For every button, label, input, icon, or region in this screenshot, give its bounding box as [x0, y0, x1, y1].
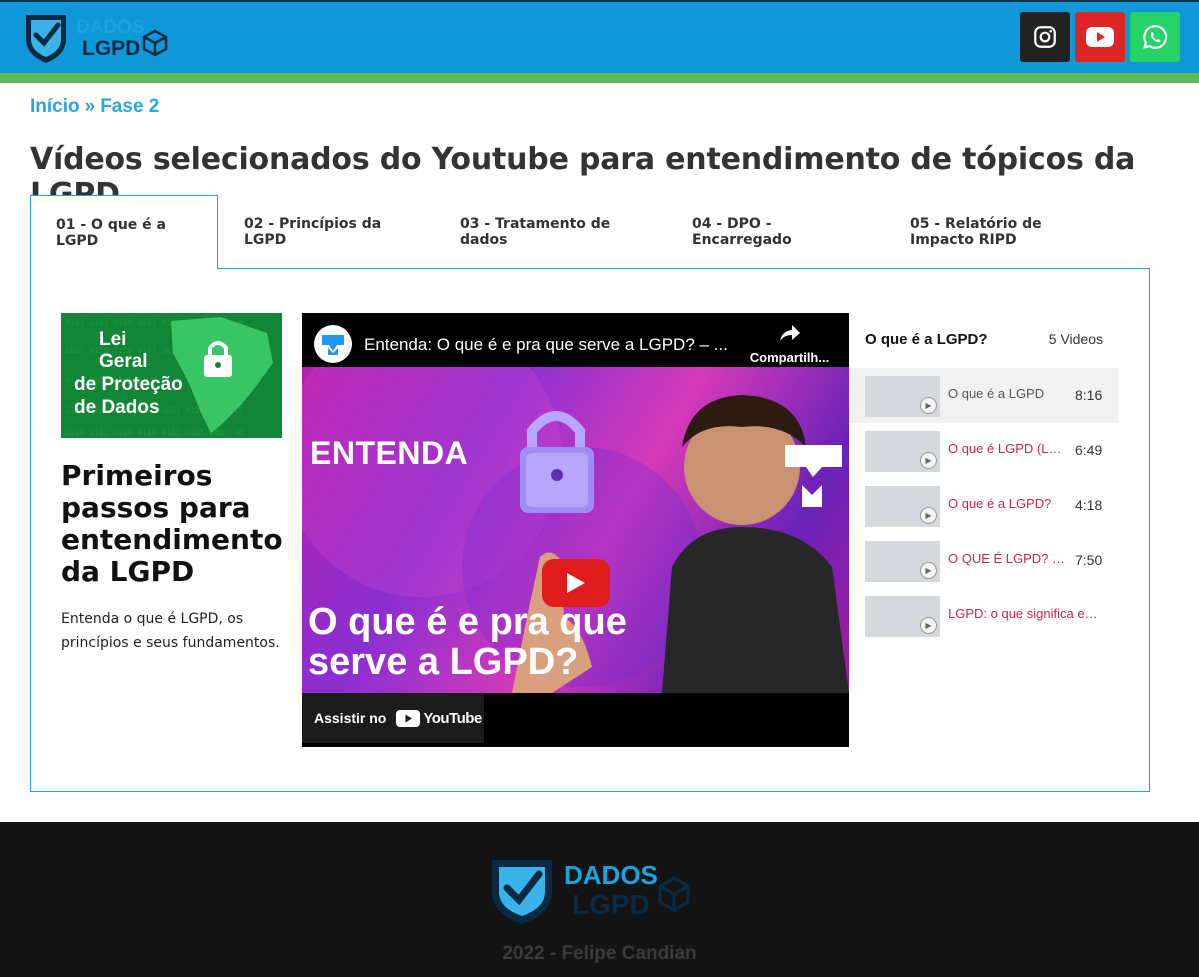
playlist-count: 5 Videos — [1048, 331, 1103, 347]
tab-label: 04 - DPO - Encarregado — [692, 216, 792, 248]
share-label: Compartilh... — [749, 350, 830, 365]
footer-logo[interactable]: DADOS LGPD — [490, 854, 690, 924]
playlist-item-thumbnail: ▶ — [865, 431, 940, 472]
playlist-item-title: O que é LGPD (Lei Geral de Proteção de D… — [948, 441, 1068, 456]
footer-logo-text-top: DADOS — [564, 860, 658, 890]
social-links — [1020, 12, 1180, 62]
channel-avatar[interactable] — [314, 325, 352, 363]
tab-label: 05 - Relatório de Impacto RIPD — [910, 216, 1042, 248]
playlist-item-duration: 8:16 — [1075, 387, 1103, 403]
instagram-button[interactable] — [1020, 12, 1070, 62]
play-icon — [567, 573, 585, 593]
playlist-item-thumbnail: ▶ — [865, 376, 940, 417]
site-logo[interactable]: DADOS LGPD — [22, 11, 172, 63]
watch-on-youtube-button[interactable]: Assistir no YouTube — [302, 693, 484, 743]
tab-label: 02 - Princípios da LGPD — [244, 216, 382, 248]
intro-text: Entenda o que é LGPD, os princípios e se… — [61, 611, 280, 651]
breadcrumb-separator: » — [84, 96, 96, 117]
playlist-item[interactable]: ▶ O QUE É LGPD? (Lei Geral) 7:50 — [849, 533, 1118, 588]
playlist-item[interactable]: ▶ O que é a LGPD 8:16 — [849, 368, 1118, 423]
playlist-item-duration: 4:18 — [1075, 497, 1103, 513]
video-thumbnail[interactable]: ENTENDA O que é e pra que serve a LGPD? — [302, 367, 849, 693]
playlist-item-title: O que é a LGPD? — [948, 496, 1052, 511]
tab-tratamento-dados[interactable]: 03 - Tratamento de dados — [460, 195, 640, 269]
site-header: DADOS LGPD — [0, 0, 1199, 83]
lgpd-cover-image: 0101 1101 0010 1011 0110 1001 0111 10 10… — [61, 313, 282, 438]
tab-bar: 01 - O que é a LGPD 02 - Princípios da L… — [30, 195, 1150, 269]
playlist-item-thumbnail: ▶ — [865, 596, 940, 637]
play-circle-icon: ▶ — [920, 507, 937, 524]
header-accent-line — [0, 73, 1199, 83]
play-button[interactable] — [542, 559, 610, 607]
share-icon — [779, 325, 800, 341]
playlist-item-duration: 7:50 — [1075, 552, 1103, 568]
logo-text-top: DADOS — [76, 17, 145, 38]
cover-line-1: Lei — [99, 329, 126, 350]
overlay-question-text: O que é e pra que serve a LGPD? — [308, 601, 627, 683]
play-circle-icon: ▶ — [920, 562, 937, 579]
overlay-entenda: ENTENDA — [310, 435, 469, 471]
breadcrumb-home-link[interactable]: Início — [30, 96, 80, 117]
overlay-question: O que é e pra que serve a LGPD? — [308, 602, 648, 682]
copyright-text: 2022 - Felipe Candian — [502, 943, 697, 964]
cover-line-2: Geral — [99, 351, 148, 372]
breadcrumb: Início» Fase 2 — [30, 96, 159, 118]
tab-label: 03 - Tratamento de dados — [460, 216, 611, 248]
whatsapp-icon — [1143, 25, 1168, 49]
playlist-item-thumbnail: ▶ — [865, 541, 940, 582]
playlist-item-thumbnail: ▶ — [865, 486, 940, 527]
youtube-embed[interactable]: ENTENDA O que é e pra que serve a LGPD? … — [302, 313, 849, 747]
header-top-line — [0, 0, 1199, 2]
tab-label: 01 - O que é a LGPD — [56, 217, 166, 249]
breadcrumb-current[interactable]: Fase 2 — [100, 96, 159, 117]
video-header: Entenda: O que é e pra que serve a LGPD?… — [302, 313, 849, 367]
youtube-button[interactable] — [1075, 12, 1125, 62]
cover-line-3: de Proteção — [74, 374, 183, 395]
instagram-icon — [1034, 26, 1056, 48]
footer-logo-text-bottom: LGPD — [572, 889, 650, 920]
play-circle-icon: ▶ — [920, 617, 937, 634]
playlist-title: O que é a LGPD? — [865, 331, 988, 348]
playlist-item-title: LGPD: o que significa e como funciona — [948, 606, 1098, 621]
playlist-item-title: O que é a LGPD — [948, 386, 1045, 401]
playlist: O que é a LGPD? 5 Videos ▶ O que é a LGP… — [849, 313, 1118, 747]
playlist-header: O que é a LGPD? 5 Videos — [865, 331, 1103, 348]
share-button[interactable]: Compartilh... — [747, 323, 832, 365]
svg-text:0010 1101 1010 0110 0101 1011: 0010 1101 1010 0110 0101 1011 0001 10 — [65, 428, 243, 437]
tab-o-que-e-lgpd[interactable]: 01 - O que é a LGPD — [30, 195, 218, 269]
play-circle-icon: ▶ — [920, 397, 937, 414]
tab-dpo-encarregado[interactable]: 04 - DPO - Encarregado — [692, 195, 842, 269]
intro-title: Primeiros passos para entendimento da LG… — [61, 459, 283, 588]
watch-on-label: Assistir no — [314, 710, 387, 726]
cover-line-4: de Dados — [74, 397, 160, 418]
youtube-wordmark: YouTube — [423, 709, 482, 727]
playlist-item[interactable]: ▶ O que é LGPD (Lei Geral de Proteção de… — [849, 423, 1118, 478]
playlist-item-title: O QUE É LGPD? (Lei Geral) — [948, 551, 1068, 566]
video-title[interactable]: Entenda: O que é e pra que serve a LGPD?… — [364, 335, 728, 355]
tab-relatorio-impacto[interactable]: 05 - Relatório de Impacto RIPD — [910, 195, 1120, 269]
whatsapp-button[interactable] — [1130, 12, 1180, 62]
youtube-icon — [1086, 27, 1114, 47]
site-footer: DADOS LGPD 2022 - Felipe Candian — [0, 822, 1199, 977]
youtube-logo-icon — [396, 709, 421, 727]
play-circle-icon: ▶ — [920, 452, 937, 469]
playlist-item-duration: 6:49 — [1075, 442, 1103, 458]
tab-principios[interactable]: 02 - Princípios da LGPD — [244, 195, 414, 269]
logo-text-bottom: LGPD — [82, 37, 140, 60]
playlist-item[interactable]: ▶ LGPD: o que significa e como funciona — [849, 588, 1118, 643]
channel-logo-icon — [322, 335, 344, 355]
playlist-item[interactable]: ▶ O que é a LGPD? 4:18 — [849, 478, 1118, 533]
